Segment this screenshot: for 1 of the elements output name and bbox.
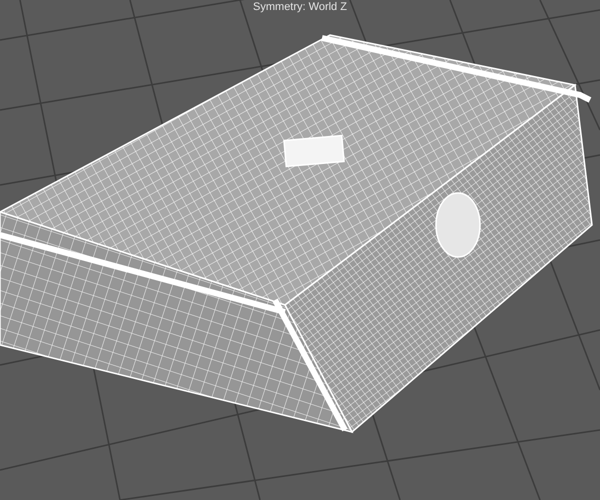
hud-label: Symmetry: World Z (252, 0, 348, 14)
